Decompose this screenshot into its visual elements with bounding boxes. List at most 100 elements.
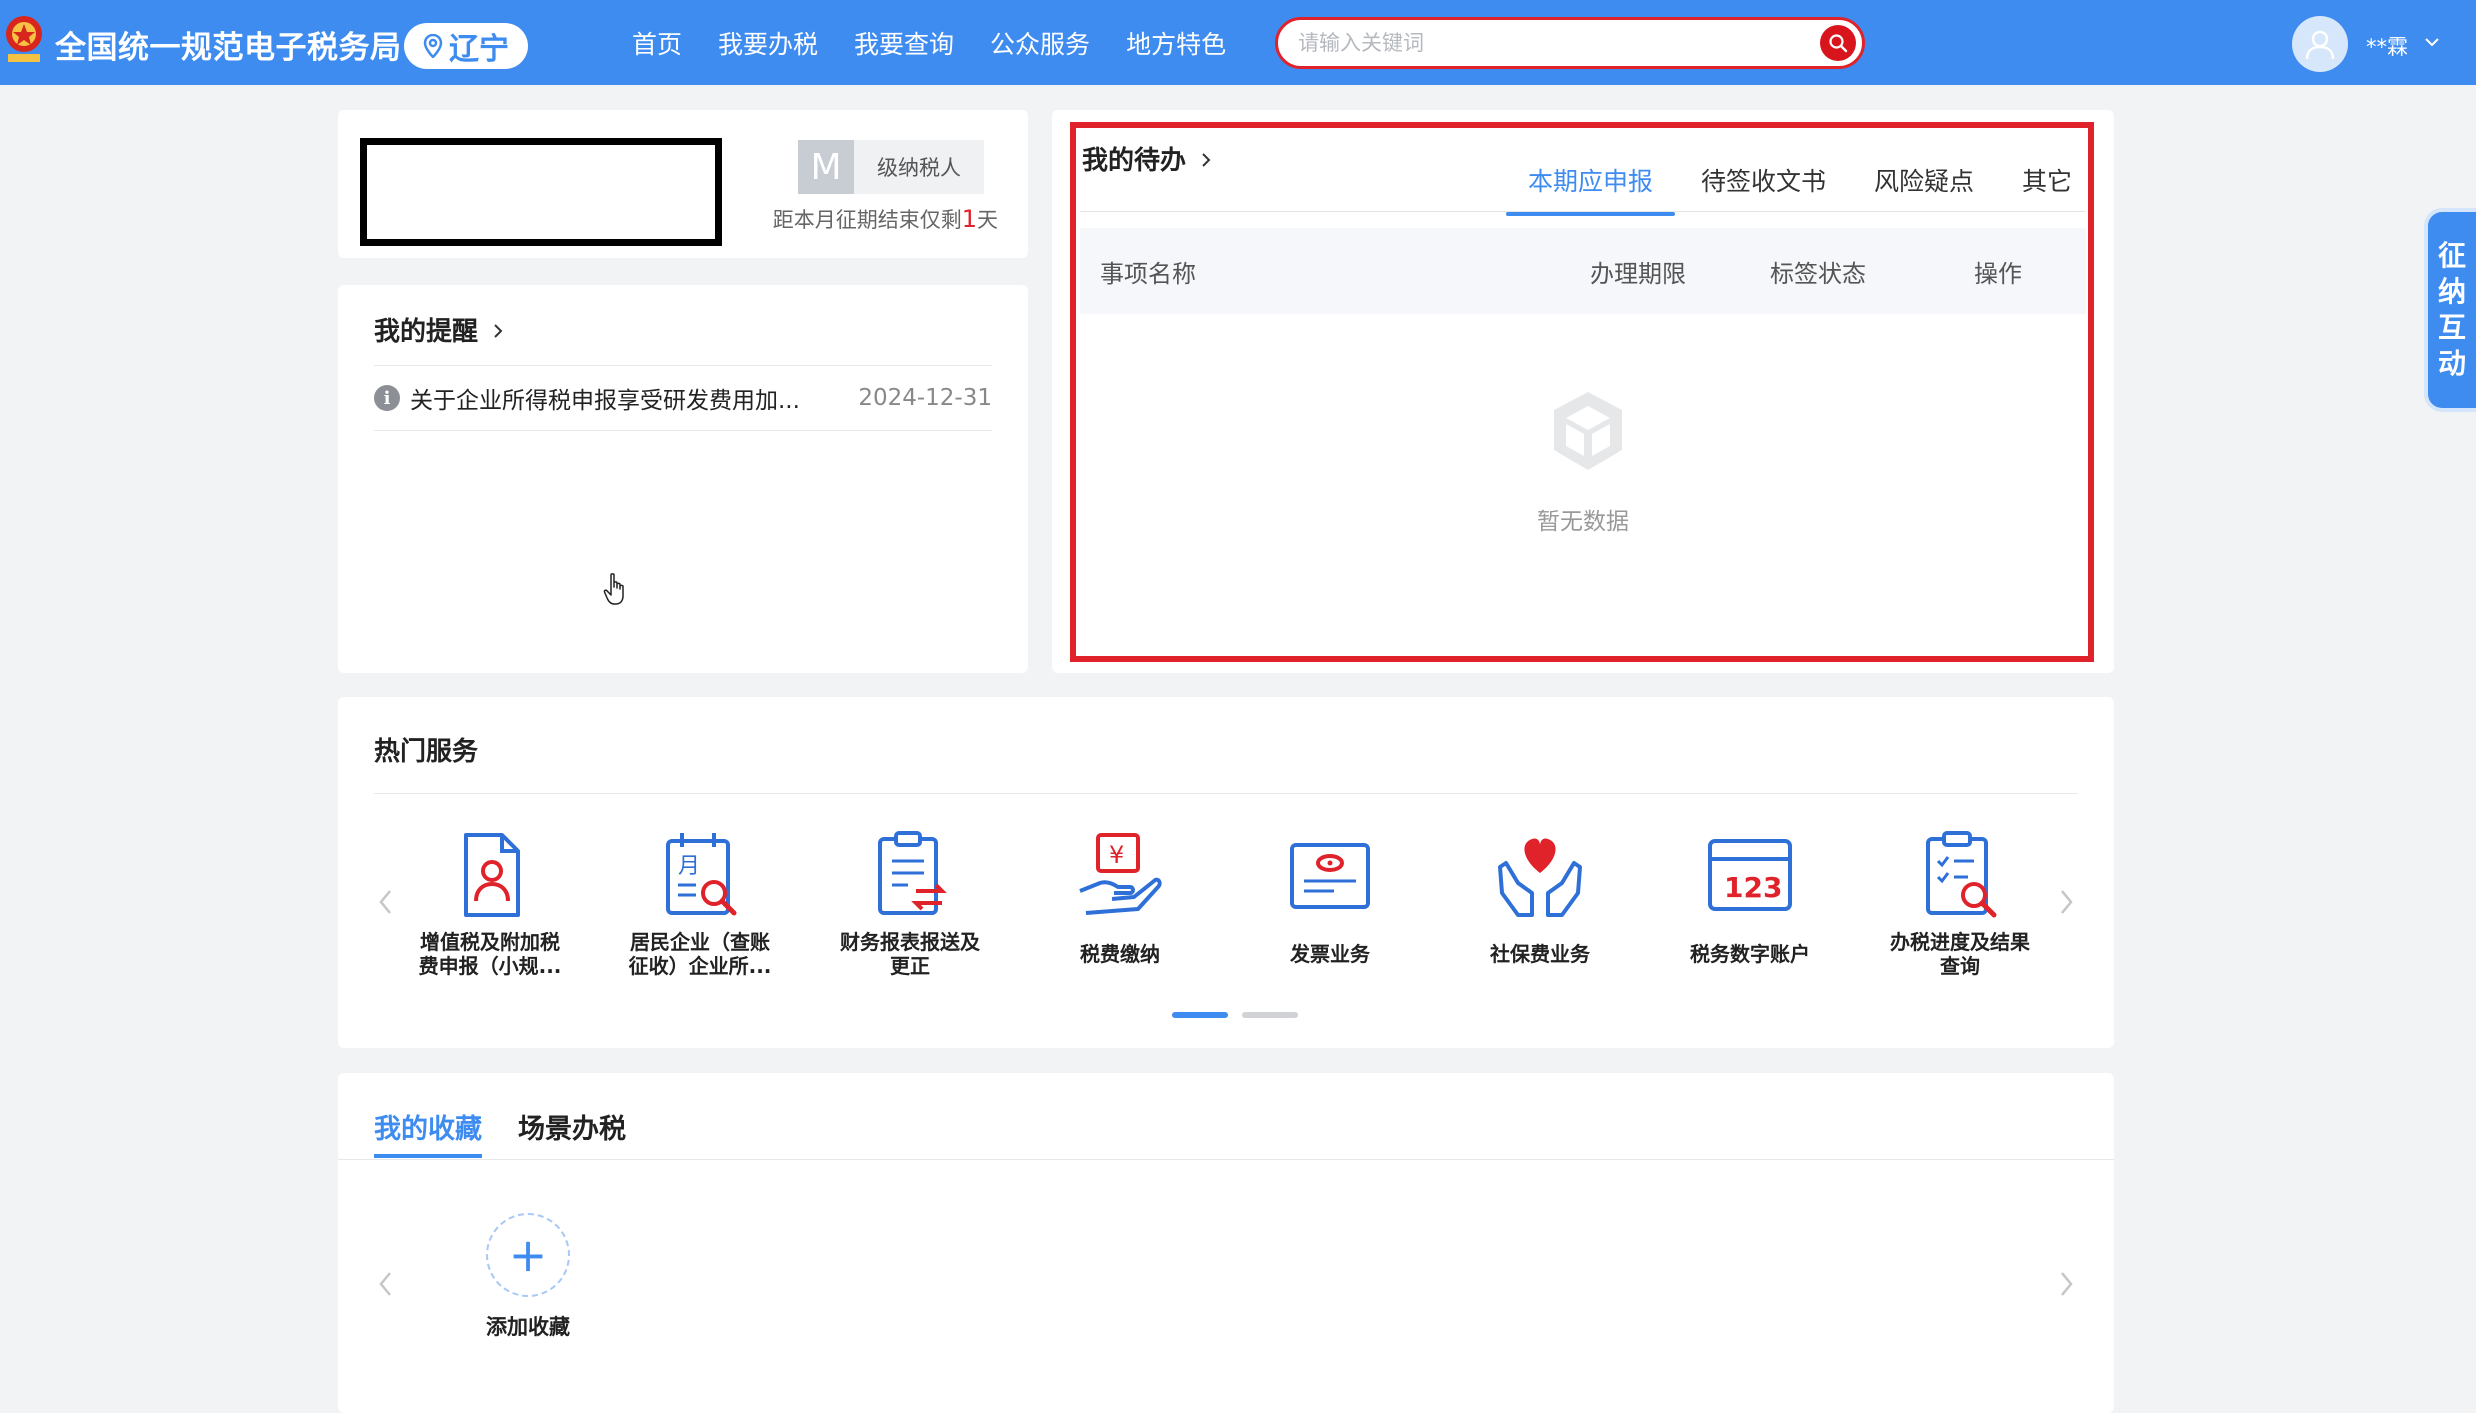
nav-home[interactable]: 首页 — [632, 25, 682, 61]
reminders-card: 我的提醒 i 关于企业所得税申报享受研发费用加... 2024-12-31 — [338, 285, 1028, 673]
credit-level-badge: M — [798, 140, 854, 194]
reminder-item[interactable]: i 关于企业所得税申报享受研发费用加... 2024-12-31 — [374, 365, 992, 431]
search-box — [1275, 17, 1865, 69]
todo-table-header: 事项名称 办理期限 标签状态 操作 — [1080, 228, 2086, 314]
tab-scenario-tax[interactable]: 场景办税 — [518, 1107, 626, 1158]
todo-card: 我的待办 本期应申报 待签收文书 风险疑点 其它 事项名称 办理期限 标签状态 … — [1052, 110, 2114, 673]
favorites-divider — [338, 1159, 2114, 1160]
region-label: 辽宁 — [449, 32, 509, 67]
add-favorite-button[interactable]: + 添加收藏 — [448, 1213, 608, 1341]
tab-risk-doubts[interactable]: 风险疑点 — [1874, 162, 1974, 216]
location-pin-icon — [423, 34, 443, 58]
nav-handle-tax[interactable]: 我要办税 — [718, 25, 818, 61]
search-icon — [1829, 34, 1848, 53]
hot-divider — [374, 793, 2078, 794]
digital-account-icon: 123 — [1708, 839, 1792, 911]
side-char-3: 互 — [2437, 311, 2466, 344]
service-label: 居民企业（查账 征收）企业所... — [628, 930, 772, 978]
financial-report-icon — [878, 831, 947, 915]
col-deadline: 办理期限 — [1590, 259, 1686, 288]
service-social-insurance[interactable]: 社保费业务 — [1440, 827, 1640, 979]
add-favorite-label: 添加收藏 — [486, 1315, 570, 1339]
service-label: 社保费业务 — [1490, 942, 1590, 966]
progress-search-icon — [1926, 831, 1997, 918]
nav-query[interactable]: 我要查询 — [854, 25, 954, 61]
service-resident-enterprise[interactable]: 月 居民企业（查账 征收）企业所... — [600, 827, 800, 979]
carousel-dot-1[interactable] — [1172, 1012, 1228, 1018]
reminder-text: 关于企业所得税申报享受研发费用加... — [410, 388, 800, 414]
tab-others[interactable]: 其它 — [2022, 162, 2072, 216]
side-char-1: 征 — [2437, 239, 2466, 272]
main-nav: 首页 我要办税 我要查询 公众服务 地方特色 — [632, 0, 1226, 85]
side-char-4: 动 — [2437, 347, 2466, 380]
reminders-title-text: 我的提醒 — [374, 317, 479, 347]
chevron-right-icon — [1202, 153, 1211, 167]
service-progress-query[interactable]: 办税进度及结果 查询 — [1860, 827, 2060, 979]
avatar[interactable] — [2292, 16, 2348, 72]
tab-my-favorites[interactable]: 我的收藏 — [374, 1107, 482, 1158]
service-digital-account[interactable]: 123 税务数字账户 — [1650, 827, 1850, 979]
fav-prev-button[interactable] — [368, 1259, 404, 1309]
carousel-dot-2[interactable] — [1242, 1012, 1298, 1018]
reminder-date: 2024-12-31 — [858, 385, 992, 411]
tab-current-declaration[interactable]: 本期应申报 — [1505, 162, 1675, 216]
heart-hands-icon — [1498, 838, 1582, 917]
vat-declaration-icon — [464, 833, 520, 917]
hand-cursor-icon — [603, 573, 624, 605]
empty-box-icon — [1554, 392, 1622, 470]
service-financial-report[interactable]: 财务报表报送及 更正 — [810, 827, 1010, 979]
todo-tabs: 本期应申报 待签收文书 风险疑点 其它 — [1505, 162, 2072, 216]
service-label: 税费缴纳 — [1080, 942, 1160, 966]
top-header: 全国统一规范电子税务局 辽宁 首页 我要办税 我要查询 公众服务 地方特色 **… — [0, 0, 2476, 85]
carousel-dots — [1172, 1012, 1298, 1018]
col-item-name: 事项名称 — [1100, 259, 1196, 288]
plus-icon: + — [486, 1213, 570, 1297]
deadline-suffix: 天 — [977, 208, 998, 232]
svg-text:月: 月 — [678, 854, 700, 879]
invoice-icon — [1290, 843, 1370, 909]
todo-title[interactable]: 我的待办 — [1082, 140, 1213, 177]
user-name[interactable]: **霖 — [2366, 31, 2408, 61]
deadline-prefix: 距本月征期结束仅剩 — [772, 208, 962, 232]
service-label: 办税进度及结果 查询 — [1890, 930, 2030, 978]
favorites-card: 我的收藏 场景办税 + 添加收藏 — [338, 1073, 2114, 1413]
tab-pending-documents[interactable]: 待签收文书 — [1701, 162, 1826, 216]
deadline-notice: 距本月征期结束仅剩1天 — [768, 204, 998, 234]
deadline-days: 1 — [961, 205, 977, 233]
tax-emblem-icon — [6, 16, 42, 62]
chevron-right-icon — [2061, 890, 2073, 914]
side-char-2: 纳 — [2437, 275, 2466, 308]
side-interaction-button[interactable]: 征 纳 互 动 — [2428, 212, 2476, 408]
service-vat-declaration[interactable]: 增值税及附加税 费申报（小规... — [390, 827, 590, 979]
redacted-company-name — [360, 138, 722, 246]
service-label: 税务数字账户 — [1690, 942, 1810, 966]
todo-title-text: 我的待办 — [1082, 146, 1187, 176]
service-tax-payment[interactable]: ¥ 税费缴纳 — [1020, 827, 1220, 979]
calendar-search-icon: 月 — [666, 833, 737, 916]
col-tag-status: 标签状态 — [1770, 259, 1866, 288]
svg-text:¥: ¥ — [1109, 841, 1124, 869]
fav-next-button[interactable] — [2048, 1259, 2084, 1309]
chevron-right-icon — [494, 324, 503, 338]
chevron-down-icon[interactable] — [2424, 36, 2440, 48]
user-icon — [2305, 30, 2335, 60]
service-label: 增值税及附加税 费申报（小规... — [418, 930, 562, 978]
nav-local-feature[interactable]: 地方特色 — [1126, 25, 1226, 61]
chevron-right-icon — [2061, 1272, 2073, 1296]
reminders-title[interactable]: 我的提醒 — [374, 311, 505, 348]
credit-level-label: 级纳税人 — [854, 140, 984, 194]
search-button[interactable] — [1820, 25, 1856, 61]
taxpayer-card: M 级纳税人 距本月征期结束仅剩1天 — [338, 110, 1028, 258]
yuan-hand-icon: ¥ — [1079, 833, 1162, 915]
search-input[interactable] — [1298, 31, 1778, 55]
hot-services-title: 热门服务 — [374, 737, 479, 767]
service-label: 发票业务 — [1290, 942, 1370, 966]
nav-public-service[interactable]: 公众服务 — [990, 25, 1090, 61]
chevron-left-icon — [379, 1272, 391, 1296]
service-label: 财务报表报送及 更正 — [840, 930, 980, 978]
region-selector[interactable]: 辽宁 — [404, 23, 528, 69]
site-title[interactable]: 全国统一规范电子税务局 — [55, 22, 402, 67]
empty-text: 暂无数据 — [1537, 509, 1629, 535]
service-invoice[interactable]: 发票业务 — [1230, 827, 1430, 979]
svg-text:123: 123 — [1724, 871, 1782, 904]
